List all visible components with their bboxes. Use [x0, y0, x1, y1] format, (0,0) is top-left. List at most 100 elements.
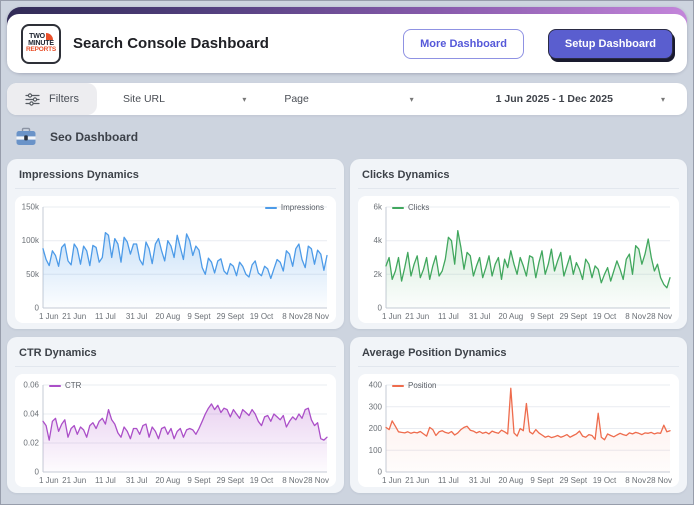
svg-text:20 Aug: 20 Aug: [155, 476, 180, 485]
svg-text:21 Jun: 21 Jun: [405, 312, 429, 321]
svg-text:8 Nov: 8 Nov: [625, 476, 646, 485]
logo-line3: REPORTS: [25, 46, 57, 54]
ctr-chart: 0 0.02 0.04 0.06 1 Jun 21 Jun 11 Jul 31 Jul 20 A…: [15, 374, 336, 487]
svg-text:29 Sept: 29 Sept: [217, 312, 245, 321]
svg-text:0.04: 0.04: [23, 410, 39, 419]
chevron-down-icon: ▾: [409, 94, 414, 104]
svg-text:20 Aug: 20 Aug: [498, 476, 523, 485]
clicks-panel: Clicks Dynamics Clicks 0 2k 4k 6k 1 Jun 21 Ju…: [350, 159, 687, 329]
briefcase-icon: [16, 127, 36, 145]
svg-text:8 Nov: 8 Nov: [625, 312, 646, 321]
svg-text:6k: 6k: [374, 203, 383, 212]
chart-legend: Position: [392, 381, 436, 390]
svg-text:1 Jun: 1 Jun: [39, 476, 59, 485]
svg-text:100k: 100k: [22, 236, 40, 245]
legend-swatch: [392, 384, 404, 387]
chevron-down-icon: ▾: [242, 94, 247, 104]
svg-text:9 Sept: 9 Sept: [530, 312, 554, 321]
chart-legend: Clicks: [392, 203, 429, 212]
svg-text:4k: 4k: [374, 236, 383, 245]
sliders-icon: [25, 92, 40, 106]
logo-line1: TWO: [29, 33, 45, 41]
filters-label: Filters: [49, 93, 79, 105]
page-dropdown[interactable]: Page ▾: [258, 83, 425, 115]
panel-title: Average Position Dynamics: [358, 345, 679, 367]
legend-swatch: [49, 384, 61, 387]
chevron-down-icon: ▾: [660, 94, 665, 104]
site-url-label: Site URL: [122, 93, 165, 105]
date-range-dropdown[interactable]: 1 Jun 2025 - 1 Dec 2025 ▾: [426, 83, 687, 115]
svg-text:9 Sept: 9 Sept: [187, 476, 211, 485]
filter-bar: Filters Site URL ▾ Page ▾ 1 Jun 2025 - 1…: [7, 83, 687, 115]
position-chart-card: Position 0 100 200 300 400 1 Jun 21 Jun 11 Jul 3…: [358, 374, 679, 487]
clicks-chart-card: Clicks 0 2k 4k 6k 1 Jun 21 Jun 11 Jul 31 Jul 20 …: [358, 196, 679, 323]
svg-text:28 Nov: 28 Nov: [304, 312, 329, 321]
svg-text:2k: 2k: [374, 270, 383, 279]
svg-text:1 Jun: 1 Jun: [39, 312, 59, 321]
setup-dashboard-button[interactable]: Setup Dashboard: [547, 28, 673, 59]
svg-text:50k: 50k: [26, 270, 40, 279]
legend-label: Impressions: [280, 203, 324, 212]
svg-text:400: 400: [369, 381, 383, 390]
svg-text:31 Jul: 31 Jul: [126, 476, 148, 485]
svg-text:19 Oct: 19 Oct: [593, 476, 617, 485]
svg-text:11 Jul: 11 Jul: [95, 476, 116, 485]
svg-text:19 Oct: 19 Oct: [593, 312, 617, 321]
chart-legend: CTR: [49, 381, 81, 390]
more-dashboard-button[interactable]: More Dashboard: [403, 28, 524, 59]
svg-text:9 Sept: 9 Sept: [187, 312, 211, 321]
brand-logo: TWO MINUTE REPORTS: [21, 23, 61, 64]
position-chart: 0 100 200 300 400 1 Jun 21 Jun 11 Jul 31 Jul 20 A…: [358, 374, 679, 487]
legend-label: CTR: [65, 381, 82, 390]
ctr-panel: CTR Dynamics CTR 0 0.02 0.04 0.06 1 Jun 21 Ju…: [7, 337, 344, 493]
header-bar: TWO MINUTE REPORTS Search Console Dashbo…: [7, 14, 687, 73]
svg-text:8 Nov: 8 Nov: [282, 476, 303, 485]
impressions-panel: Impressions Dynamics Impressions 0 50k 100…: [7, 159, 344, 329]
svg-text:8 Nov: 8 Nov: [282, 312, 303, 321]
legend-label: Position: [408, 381, 437, 390]
impressions-chart: 0 50k 100k 150k 1 Jun 21 Jun 11 Jul 31 Jul 20 Au…: [15, 196, 336, 323]
svg-text:100: 100: [369, 446, 383, 455]
svg-text:21 Jun: 21 Jun: [62, 476, 86, 485]
panel-title: CTR Dynamics: [15, 345, 336, 367]
legend-swatch: [392, 206, 404, 209]
panel-title: Impressions Dynamics: [15, 167, 336, 189]
chart-legend: Impressions: [264, 203, 324, 212]
page-title: Search Console Dashboard: [73, 35, 269, 52]
svg-text:29 Sept: 29 Sept: [217, 476, 245, 485]
impressions-chart-card: Impressions 0 50k 100k 150k 1 Jun 21 Jun 11 Ju…: [15, 196, 336, 323]
svg-text:21 Jun: 21 Jun: [405, 476, 429, 485]
page-label: Page: [284, 93, 309, 105]
svg-text:11 Jul: 11 Jul: [95, 312, 116, 321]
svg-text:20 Aug: 20 Aug: [498, 312, 523, 321]
svg-text:29 Sept: 29 Sept: [560, 312, 588, 321]
svg-text:20 Aug: 20 Aug: [155, 312, 180, 321]
svg-text:19 Oct: 19 Oct: [250, 312, 274, 321]
site-url-dropdown[interactable]: Site URL ▾: [97, 83, 258, 115]
svg-text:28 Nov: 28 Nov: [304, 476, 329, 485]
clicks-chart: 0 2k 4k 6k 1 Jun 21 Jun 11 Jul 31 Jul 20 Aug 9 Se…: [358, 196, 679, 323]
svg-text:0.06: 0.06: [23, 381, 39, 390]
svg-text:28 Nov: 28 Nov: [647, 312, 672, 321]
svg-text:31 Jul: 31 Jul: [469, 312, 491, 321]
header-card: TWO MINUTE REPORTS Search Console Dashbo…: [7, 7, 687, 73]
svg-text:11 Jul: 11 Jul: [438, 476, 459, 485]
svg-text:19 Oct: 19 Oct: [250, 476, 274, 485]
svg-text:200: 200: [369, 424, 383, 433]
svg-text:0.02: 0.02: [23, 439, 39, 448]
panel-title: Clicks Dynamics: [358, 167, 679, 189]
svg-text:28 Nov: 28 Nov: [647, 476, 672, 485]
legend-swatch: [264, 206, 277, 209]
legend-label: Clicks: [408, 203, 430, 212]
svg-text:300: 300: [369, 402, 383, 411]
svg-text:11 Jul: 11 Jul: [438, 312, 459, 321]
svg-text:9 Sept: 9 Sept: [530, 476, 554, 485]
svg-text:150k: 150k: [22, 203, 40, 212]
date-range-value: 1 Jun 2025 - 1 Dec 2025: [495, 93, 613, 105]
filters-button[interactable]: Filters: [7, 83, 97, 115]
section-title: Seo Dashboard: [50, 130, 139, 144]
charts-grid: Impressions Dynamics Impressions 0 50k 100…: [7, 159, 687, 493]
svg-text:29 Sept: 29 Sept: [560, 476, 588, 485]
svg-text:1 Jun: 1 Jun: [382, 476, 402, 485]
dashboard-page: TWO MINUTE REPORTS Search Console Dashbo…: [0, 0, 694, 505]
